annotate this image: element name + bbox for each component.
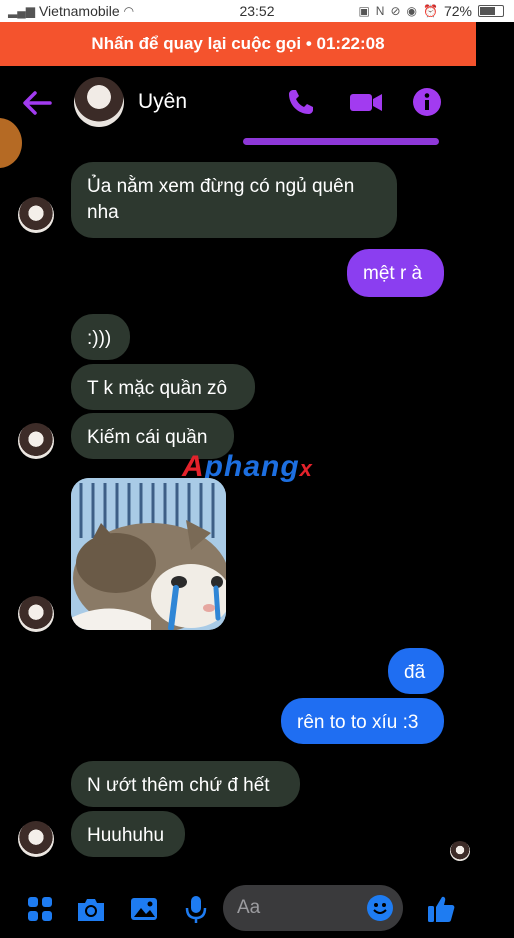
- alarm-icon: ⏰: [423, 4, 438, 18]
- back-arrow-icon[interactable]: [20, 86, 54, 120]
- message-bubble-incoming[interactable]: :))): [71, 314, 130, 360]
- battery-icon: [478, 5, 504, 17]
- sender-avatar: [18, 596, 54, 632]
- watermark-part2: phang: [204, 450, 300, 483]
- phone-call-icon[interactable]: [285, 86, 317, 118]
- video-call-icon[interactable]: [348, 86, 384, 118]
- contact-avatar[interactable]: [74, 77, 124, 127]
- info-icon[interactable]: [411, 86, 443, 118]
- battery-percent: 72%: [443, 3, 472, 19]
- message-bubble-outgoing[interactable]: mệt r à: [347, 249, 444, 297]
- gallery-icon[interactable]: [129, 894, 159, 924]
- nfc-icon: N: [375, 4, 385, 18]
- microphone-icon[interactable]: [181, 894, 211, 924]
- message-bubble-outgoing[interactable]: đã: [388, 648, 444, 694]
- location-icon: ◉: [406, 4, 418, 18]
- sender-avatar: [18, 821, 54, 857]
- watermark-part3: x: [299, 456, 313, 481]
- message-bubble-outgoing[interactable]: rên to to xíu :3: [281, 698, 444, 744]
- camera-icon[interactable]: [75, 894, 107, 924]
- message-bubble-incoming[interactable]: Huuhuhu: [71, 811, 185, 857]
- message-bubble-incoming[interactable]: T k mặc quần zô: [71, 364, 255, 410]
- typing-indicator-bar: [243, 138, 439, 145]
- chat-header: Uyên: [0, 66, 476, 140]
- message-composer: [0, 880, 476, 938]
- message-bubble-incoming[interactable]: N ướt thêm chứ đ hết: [71, 761, 300, 807]
- emoji-icon[interactable]: [367, 895, 393, 921]
- return-to-call-banner[interactable]: Nhấn để quay lại cuộc gọi • 01:22:08: [0, 22, 476, 66]
- message-input[interactable]: [237, 885, 347, 931]
- contact-name[interactable]: Uyên: [138, 90, 187, 114]
- mute-icon: ⊘: [390, 4, 401, 18]
- message-input-box[interactable]: [223, 885, 403, 931]
- cat-image-message[interactable]: [71, 478, 226, 630]
- seen-receipt-avatar: [450, 841, 470, 861]
- crying-cat-picture: [71, 478, 226, 630]
- sender-avatar: [18, 423, 54, 459]
- thumbs-up-icon[interactable]: [425, 894, 457, 924]
- more-actions-icon[interactable]: [25, 894, 55, 924]
- message-bubble-incoming[interactable]: Ủa nằm xem đừng có ngủ quên nha: [71, 162, 397, 238]
- status-right: ▣ N ⊘ ◉ ⏰ 72%: [358, 3, 504, 19]
- smiley-face-icon: [373, 903, 387, 914]
- sender-avatar: [18, 197, 54, 233]
- status-bar: ▂▄▆ Vietnamobile ◠ 23:52 ▣ N ⊘ ◉ ⏰ 72%: [0, 0, 514, 22]
- screenshot-icon: ▣: [358, 4, 370, 18]
- battery-fill: [480, 7, 495, 15]
